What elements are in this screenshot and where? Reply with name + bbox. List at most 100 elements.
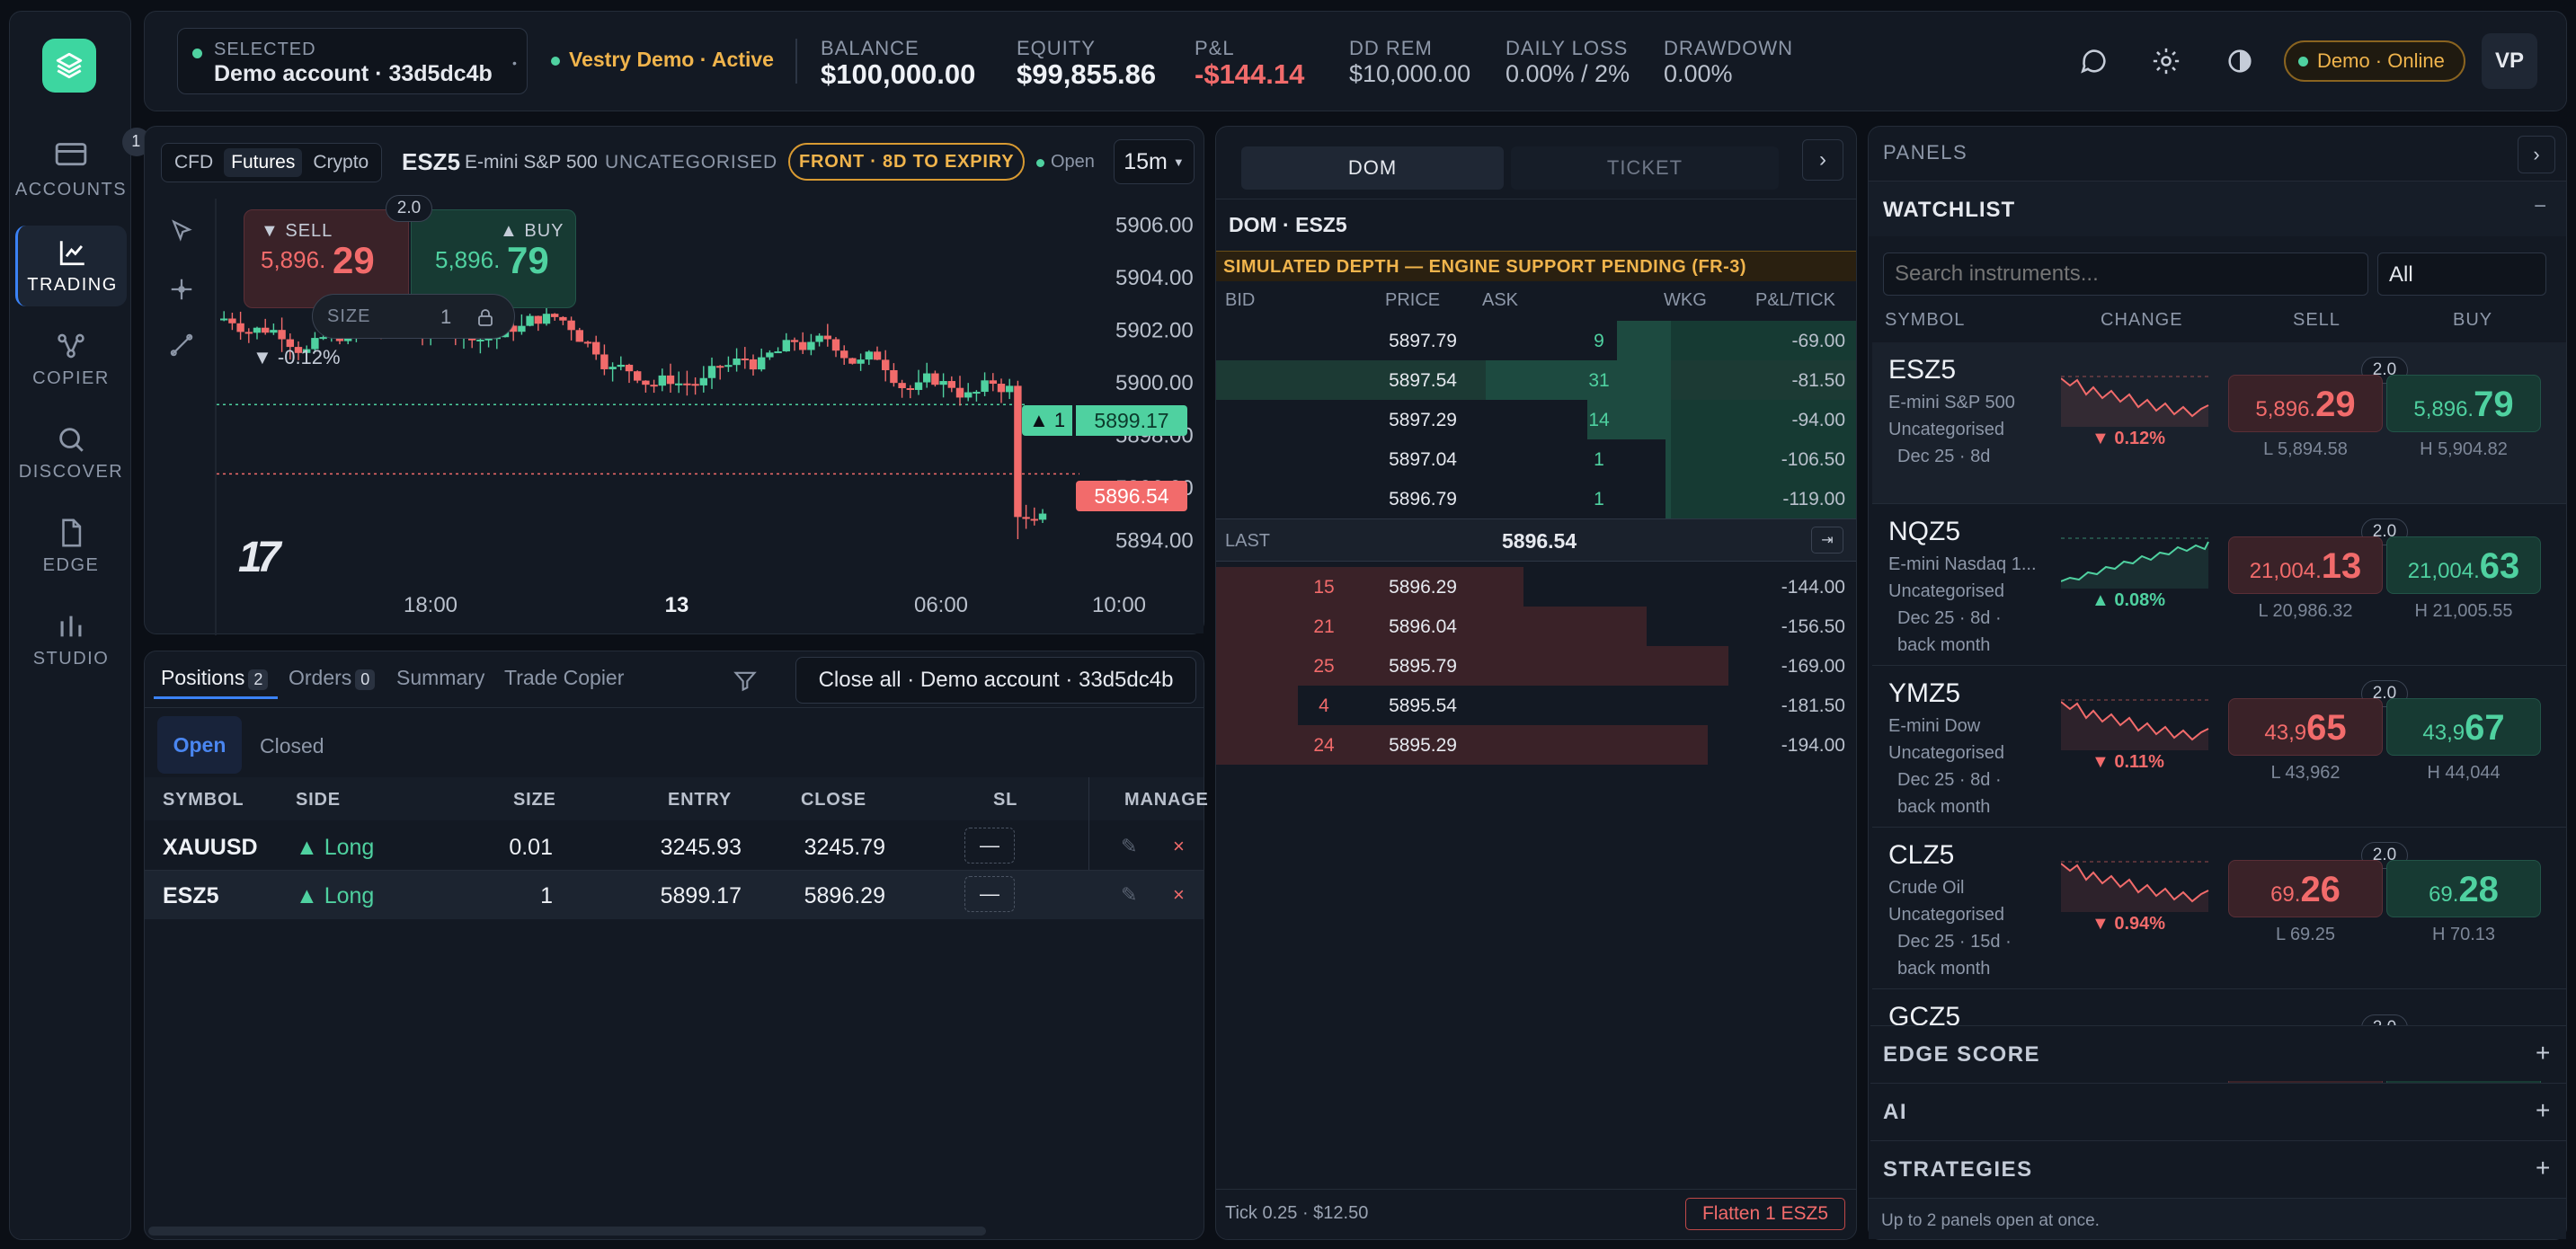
- section-edge-score[interactable]: EDGE SCORE +: [1870, 1025, 2566, 1081]
- recenter-icon[interactable]: ⇥: [1811, 527, 1843, 554]
- dom-bid-row[interactable]: 21 5896.04 -156.50: [1216, 607, 1856, 646]
- dom-ask-row[interactable]: 5897.04 1 -106.50: [1216, 439, 1856, 479]
- candle-body: [484, 338, 493, 341]
- segment-crypto[interactable]: Crypto: [306, 148, 376, 177]
- expand-icon[interactable]: +: [2536, 1154, 2552, 1183]
- crosshair-tool-icon[interactable]: [168, 276, 195, 303]
- close-position-icon[interactable]: ×: [1173, 883, 1185, 907]
- account-selector[interactable]: SELECTED Demo account · 33d5dc4b •: [177, 28, 528, 94]
- dom-bid-row[interactable]: 25 5895.79 -169.00: [1216, 646, 1856, 686]
- tab-ticket[interactable]: TICKET: [1511, 146, 1779, 190]
- wl-sell-button[interactable]: 21,004. 13: [2228, 536, 2383, 594]
- tab-dom[interactable]: DOM: [1241, 146, 1504, 190]
- close-position-icon[interactable]: ×: [1173, 835, 1185, 858]
- nav-studio[interactable]: STUDIO: [15, 599, 127, 680]
- timeframe-select[interactable]: 15m ▼: [1114, 139, 1195, 184]
- edit-icon[interactable]: ✎: [1121, 883, 1137, 907]
- candle-body: [675, 383, 683, 385]
- wl-buy-button[interactable]: 21,004. 63: [2386, 536, 2541, 594]
- dom-ask-row[interactable]: 5897.54 31 -81.50: [1216, 360, 1856, 400]
- wl-buy-button[interactable]: 5,896. 79: [2386, 375, 2541, 432]
- lock-icon[interactable]: [475, 306, 496, 328]
- expand-icon[interactable]: +: [2536, 1039, 2552, 1067]
- segment-cfd[interactable]: CFD: [167, 148, 220, 177]
- search-input[interactable]: [1883, 252, 2368, 296]
- gear-icon[interactable]: [2151, 46, 2181, 76]
- subtab-open[interactable]: Open: [157, 716, 242, 774]
- daily-loss-value: 0.00% / 2%: [1506, 60, 1630, 87]
- dom-col-pnl: P&L/TICK: [1755, 290, 1835, 310]
- dom-ask-row[interactable]: 5896.79 1 -119.00: [1216, 479, 1856, 518]
- filter-select[interactable]: All: [2377, 252, 2546, 296]
- dom-ask-size: 1: [1594, 449, 1604, 470]
- cursor-tool-icon[interactable]: [168, 218, 195, 245]
- wl-low: L 69.25: [2276, 925, 2335, 944]
- chat-icon[interactable]: [2079, 46, 2110, 76]
- section-ai[interactable]: AI +: [1870, 1083, 2566, 1138]
- row-sl-input[interactable]: —: [964, 828, 1015, 864]
- tab-summary[interactable]: Summary: [396, 666, 484, 690]
- online-dot: [2298, 56, 2308, 66]
- segment-futures[interactable]: Futures: [224, 148, 303, 177]
- dom-ask-row[interactable]: 5897.79 9 -69.00: [1216, 321, 1856, 360]
- entry-price-tag[interactable]: ▲ 1 5899.17: [1022, 405, 1187, 436]
- dom-ask-row[interactable]: 5897.29 14 -94.00: [1216, 400, 1856, 439]
- chart-sell-price-big: 29: [333, 239, 375, 281]
- wl-sell-button[interactable]: 5,896. 29: [2228, 375, 2383, 432]
- nav-discover[interactable]: DISCOVER: [15, 412, 127, 493]
- chart-sell-label: ▼ SELL: [261, 221, 333, 241]
- section-strategies[interactable]: STRATEGIES +: [1870, 1140, 2566, 1196]
- watchlist-item[interactable]: CLZ5 Crude Oil Uncategorised Dec 25 · 15…: [1872, 828, 2566, 989]
- app-logo[interactable]: [42, 39, 96, 93]
- close-all-button[interactable]: Close all · Demo account · 33d5dc4b: [795, 657, 1196, 704]
- chevron-right-icon[interactable]: ›: [2518, 136, 2555, 173]
- candle-body: [542, 314, 551, 324]
- y-tick-label: 5904.00: [1115, 266, 1194, 290]
- avatar[interactable]: VP: [2482, 33, 2537, 89]
- col-close: CLOSE: [801, 790, 866, 810]
- table-row[interactable]: XAUUSD ▲ Long 0.01 3245.93 3245.79 — ✎ ×: [145, 822, 1204, 871]
- watchlist-item[interactable]: ESZ5 E-mini S&P 500 Uncategorised Dec 25…: [1872, 342, 2566, 504]
- candle-body: [699, 377, 707, 385]
- size-input[interactable]: SIZE 1: [312, 294, 515, 339]
- wl-buy-button[interactable]: 69. 28: [2386, 860, 2541, 917]
- nav-edge[interactable]: EDGE: [15, 506, 127, 587]
- nav-copier[interactable]: COPIER: [15, 319, 127, 400]
- dom-pnl: -106.50: [1781, 449, 1845, 470]
- nav-accounts[interactable]: 1 ACCOUNTS: [15, 127, 151, 209]
- watchlist-item[interactable]: YMZ5 E-mini Dow Uncategorised Dec 25 · 8…: [1872, 666, 2566, 828]
- wl-sell-big: 29: [2315, 385, 2356, 424]
- watchlist-item[interactable]: NQZ5 E-mini Nasdaq 1... Uncategorised De…: [1872, 504, 2566, 666]
- dom-bid-row[interactable]: 15 5896.29 -144.00: [1216, 567, 1856, 607]
- wl-sell-button[interactable]: 43,9 65: [2228, 698, 2383, 756]
- candle-body: [939, 381, 947, 385]
- tab-trade-copier[interactable]: Trade Copier: [504, 666, 624, 690]
- theme-toggle-icon[interactable]: [2225, 46, 2255, 76]
- equity-value: $99,855.86: [1017, 58, 1157, 90]
- row-sl-input[interactable]: —: [964, 876, 1015, 912]
- tab-positions[interactable]: Positions 2: [161, 666, 269, 690]
- table-row[interactable]: ESZ5 ▲ Long 1 5899.17 5896.29 — ✎ ×: [145, 871, 1204, 919]
- market-segment-switch[interactable]: CFD Futures Crypto: [161, 143, 383, 182]
- filter-icon[interactable]: [733, 668, 758, 693]
- online-status-pill[interactable]: Demo · Online: [2284, 40, 2465, 82]
- expand-icon[interactable]: +: [2536, 1096, 2552, 1125]
- dom-bid-row[interactable]: 24 5895.29 -194.00: [1216, 725, 1856, 765]
- horizontal-scrollbar[interactable]: [148, 1227, 986, 1236]
- online-status: Demo · Online: [2317, 49, 2445, 72]
- watchlist-header[interactable]: WATCHLIST −: [1869, 181, 2566, 236]
- wl-sell-button[interactable]: 69. 26: [2228, 860, 2383, 917]
- chevron-right-icon[interactable]: ›: [1802, 139, 1843, 181]
- drawdown-label: DRAWDOWN: [1664, 37, 1794, 59]
- nav-trading[interactable]: TRADING: [15, 226, 127, 306]
- flatten-button[interactable]: Flatten 1 ESZ5: [1685, 1198, 1845, 1230]
- collapse-icon[interactable]: −: [2534, 194, 2546, 219]
- dom-bid-row[interactable]: 4 5895.54 -181.50: [1216, 686, 1856, 725]
- tab-orders[interactable]: Orders 0: [289, 666, 376, 690]
- equity-label: EQUITY: [1017, 37, 1096, 59]
- trendline-tool-icon[interactable]: [168, 332, 195, 359]
- wl-buy-button[interactable]: 43,9 67: [2386, 698, 2541, 756]
- subtab-closed[interactable]: Closed: [260, 734, 324, 758]
- candle-body: [707, 366, 716, 378]
- edit-icon[interactable]: ✎: [1121, 835, 1137, 858]
